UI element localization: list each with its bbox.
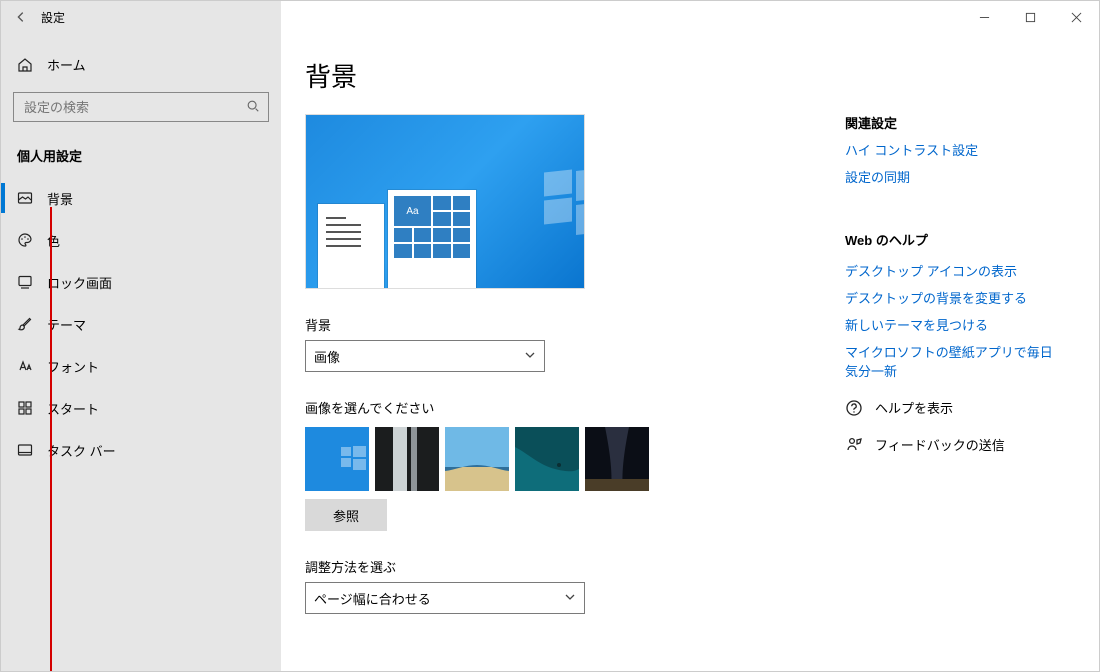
fit-select[interactable]: ページ幅に合わせる <box>305 582 585 614</box>
sidebar-item-fonts[interactable]: フォント <box>1 345 281 387</box>
get-help-label: ヘルプを表示 <box>875 398 953 417</box>
start-icon <box>17 400 33 416</box>
choose-image-label: 画像を選んでください <box>305 398 845 417</box>
browse-label: 参照 <box>333 506 359 525</box>
background-type-select[interactable]: 画像 <box>305 340 545 372</box>
select-value: ページ幅に合わせる <box>314 589 431 608</box>
sidebar-item-label: タスク バー <box>47 441 116 460</box>
browse-button[interactable]: 参照 <box>305 499 387 531</box>
sidebar-item-themes[interactable]: テーマ <box>1 303 281 345</box>
background-preview: Aa <box>305 114 585 289</box>
sidebar-item-label: テーマ <box>47 315 86 334</box>
select-value: 画像 <box>314 347 340 366</box>
image-thumbnail[interactable] <box>585 427 649 491</box>
main-content: 背景 <box>281 33 1099 671</box>
image-thumbnails <box>305 427 845 491</box>
right-pane: 関連設定 ハイ コントラスト設定 設定の同期 Web のヘルプ デスクトップ ア… <box>845 53 1059 651</box>
sidebar-item-background[interactable]: 背景 <box>1 177 281 219</box>
fit-label: 調整方法を選ぶ <box>305 557 845 576</box>
search-input[interactable] <box>22 99 246 116</box>
chevron-down-icon <box>524 349 536 364</box>
sidebar-home-label: ホーム <box>47 55 86 74</box>
image-icon <box>17 190 33 206</box>
sidebar-home[interactable]: ホーム <box>1 47 281 82</box>
sidebar: ホーム 個人用設定 背景 <box>1 33 281 671</box>
related-link[interactable]: 設定の同期 <box>845 167 1059 186</box>
related-link[interactable]: ハイ コントラスト設定 <box>845 140 1059 159</box>
preview-accent-tile: Aa <box>394 196 431 226</box>
window-title: 設定 <box>41 9 65 26</box>
chevron-down-icon <box>564 591 576 606</box>
web-help-link[interactable]: デスクトップ アイコンの表示 <box>845 261 1059 280</box>
web-help-link[interactable]: 新しいテーマを見つける <box>845 315 1059 334</box>
close-button[interactable] <box>1053 1 1099 33</box>
maximize-button[interactable] <box>1007 1 1053 33</box>
image-thumbnail[interactable] <box>445 427 509 491</box>
sidebar-item-label: スタート <box>47 399 99 418</box>
web-help-link[interactable]: デスクトップの背景を変更する <box>845 288 1059 307</box>
image-thumbnail[interactable] <box>375 427 439 491</box>
sidebar-item-start[interactable]: スタート <box>1 387 281 429</box>
sidebar-item-label: ロック画面 <box>47 273 112 292</box>
image-thumbnail[interactable] <box>515 427 579 491</box>
minimize-button[interactable] <box>961 1 1007 33</box>
feedback-action[interactable]: フィードバックの送信 <box>845 435 1059 454</box>
sidebar-item-label: フォント <box>47 357 99 376</box>
sidebar-item-colors[interactable]: 色 <box>1 219 281 261</box>
sidebar-item-label: 背景 <box>47 189 73 208</box>
feedback-label: フィードバックの送信 <box>875 435 1005 454</box>
page-title: 背景 <box>305 57 845 94</box>
taskbar-icon <box>17 442 33 458</box>
back-button[interactable] <box>1 1 41 33</box>
sidebar-item-label: 色 <box>47 231 60 250</box>
help-icon <box>845 399 863 417</box>
sidebar-item-taskbar[interactable]: タスク バー <box>1 429 281 471</box>
web-help-link[interactable]: マイクロソフトの壁紙アプリで毎日気分一新 <box>845 342 1059 380</box>
title-bar: 設定 <box>1 1 1099 33</box>
web-help-header: Web のヘルプ <box>845 230 1059 249</box>
search-box[interactable] <box>13 92 269 122</box>
brush-icon <box>17 316 33 332</box>
font-icon <box>17 358 33 374</box>
home-icon <box>17 57 33 73</box>
image-thumbnail[interactable] <box>305 427 369 491</box>
background-type-label: 背景 <box>305 315 845 334</box>
search-icon <box>246 99 260 116</box>
feedback-icon <box>845 436 863 454</box>
sidebar-section-header: 個人用設定 <box>1 142 281 177</box>
lock-screen-icon <box>17 274 33 290</box>
sidebar-item-lockscreen[interactable]: ロック画面 <box>1 261 281 303</box>
palette-icon <box>17 232 33 248</box>
get-help-action[interactable]: ヘルプを表示 <box>845 398 1059 417</box>
related-settings-header: 関連設定 <box>845 113 1059 132</box>
